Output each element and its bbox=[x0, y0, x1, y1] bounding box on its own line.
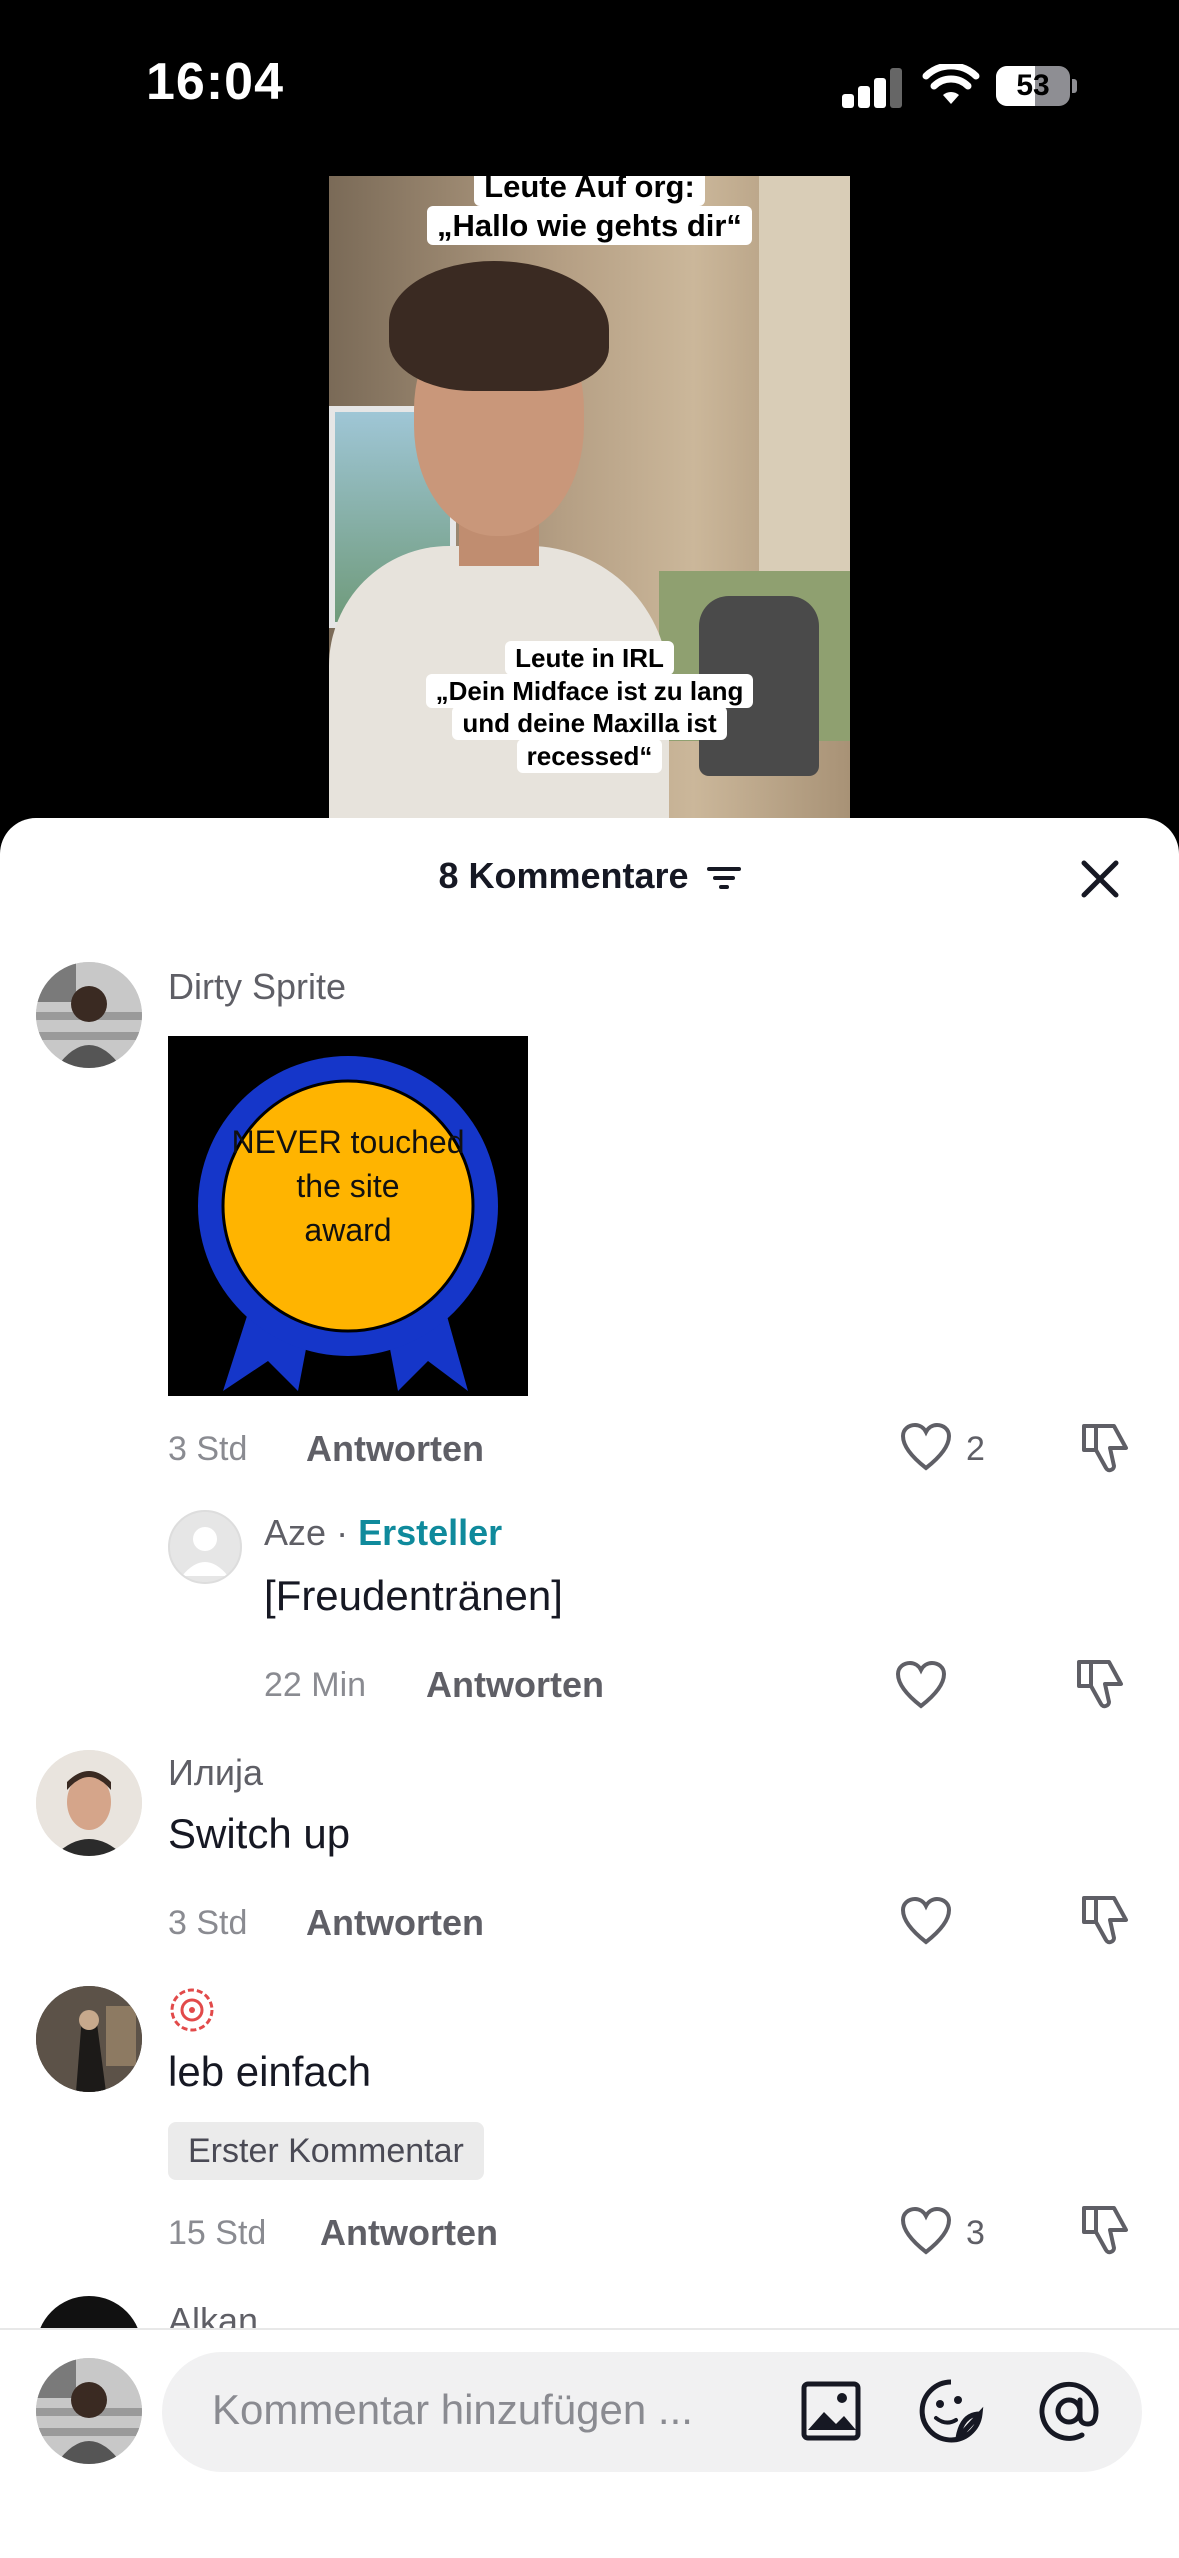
reply-text: [Freudentränen] bbox=[264, 1572, 563, 1619]
comment-username[interactable]: Илија bbox=[168, 1752, 263, 1794]
close-icon[interactable] bbox=[1076, 855, 1124, 903]
video-caption-bottom: Leute in IRL „Dein Midface ist zu lang und… bbox=[329, 641, 850, 773]
comment-time: 3 Std bbox=[168, 1430, 248, 1468]
thumbs-down-icon[interactable] bbox=[1080, 1892, 1130, 1946]
image-icon[interactable] bbox=[800, 2380, 862, 2442]
sort-icon[interactable] bbox=[706, 864, 741, 892]
heart-icon[interactable] bbox=[900, 1422, 952, 1472]
my-avatar[interactable] bbox=[36, 2358, 142, 2464]
reply-button[interactable]: Antworten bbox=[320, 2212, 498, 2254]
reply-username[interactable]: Aze bbox=[264, 1512, 326, 1553]
comments-header[interactable]: 8 Kommentare bbox=[0, 855, 1179, 897]
reply-button[interactable]: Antworten bbox=[306, 1428, 484, 1470]
status-time: 16:04 bbox=[146, 53, 284, 111]
avatar[interactable] bbox=[36, 962, 142, 1068]
comment-text: leb einfach bbox=[168, 2048, 372, 2095]
comments-count-title: 8 Kommentare bbox=[438, 855, 689, 896]
award-sticker-text: NEVER touched the site award bbox=[231, 1124, 465, 1248]
creator-label: Ersteller bbox=[358, 1512, 503, 1553]
cellular-signal-icon bbox=[842, 68, 904, 108]
comment-time: 3 Std bbox=[168, 1904, 248, 1942]
emoji-icon[interactable] bbox=[918, 2378, 984, 2444]
award-sticker[interactable]: NEVER touched the site award bbox=[168, 1036, 528, 1396]
comment-username[interactable]: Dirty Sprite bbox=[168, 966, 346, 1008]
at-icon[interactable] bbox=[1036, 2378, 1102, 2444]
heart-icon[interactable] bbox=[895, 1660, 947, 1710]
reply-avatar[interactable] bbox=[168, 1510, 242, 1584]
thumbs-down-icon[interactable] bbox=[1075, 1656, 1125, 1710]
avatar[interactable] bbox=[36, 1750, 142, 1856]
thumbs-down-icon[interactable] bbox=[1080, 1420, 1130, 1474]
battery-percent: 53 bbox=[1016, 69, 1050, 102]
flower-emoji-icon bbox=[170, 1988, 214, 2032]
reply-username-line: Aze · Ersteller bbox=[264, 1512, 502, 1554]
reply-separator: · bbox=[336, 1512, 349, 1553]
comment-input-placeholder[interactable]: Kommentar hinzufügen ... bbox=[212, 2386, 693, 2434]
wifi-icon bbox=[922, 64, 980, 104]
reply-time: 22 Min bbox=[264, 1666, 367, 1704]
comment-text: Switch up bbox=[168, 1810, 351, 1857]
thumbs-down-icon[interactable] bbox=[1080, 2202, 1130, 2256]
heart-icon[interactable] bbox=[900, 2206, 952, 2256]
first-comment-badge: Erster Kommentar bbox=[168, 2122, 484, 2180]
like-count: 2 bbox=[966, 1430, 985, 1468]
avatar[interactable] bbox=[36, 1986, 142, 2092]
video-caption-top: Leute Auf org: „Hallo wie gehts dir“ bbox=[329, 176, 850, 246]
video-player[interactable]: Leute Auf org: „Hallo wie gehts dir“ Leut… bbox=[329, 176, 850, 836]
battery-icon: 53 bbox=[996, 66, 1078, 106]
like-count: 3 bbox=[966, 2214, 985, 2252]
reply-button[interactable]: Antworten bbox=[306, 1902, 484, 1944]
heart-icon[interactable] bbox=[900, 1896, 952, 1946]
comment-time: 15 Std bbox=[168, 2214, 267, 2252]
reply-button[interactable]: Antworten bbox=[426, 1664, 604, 1706]
